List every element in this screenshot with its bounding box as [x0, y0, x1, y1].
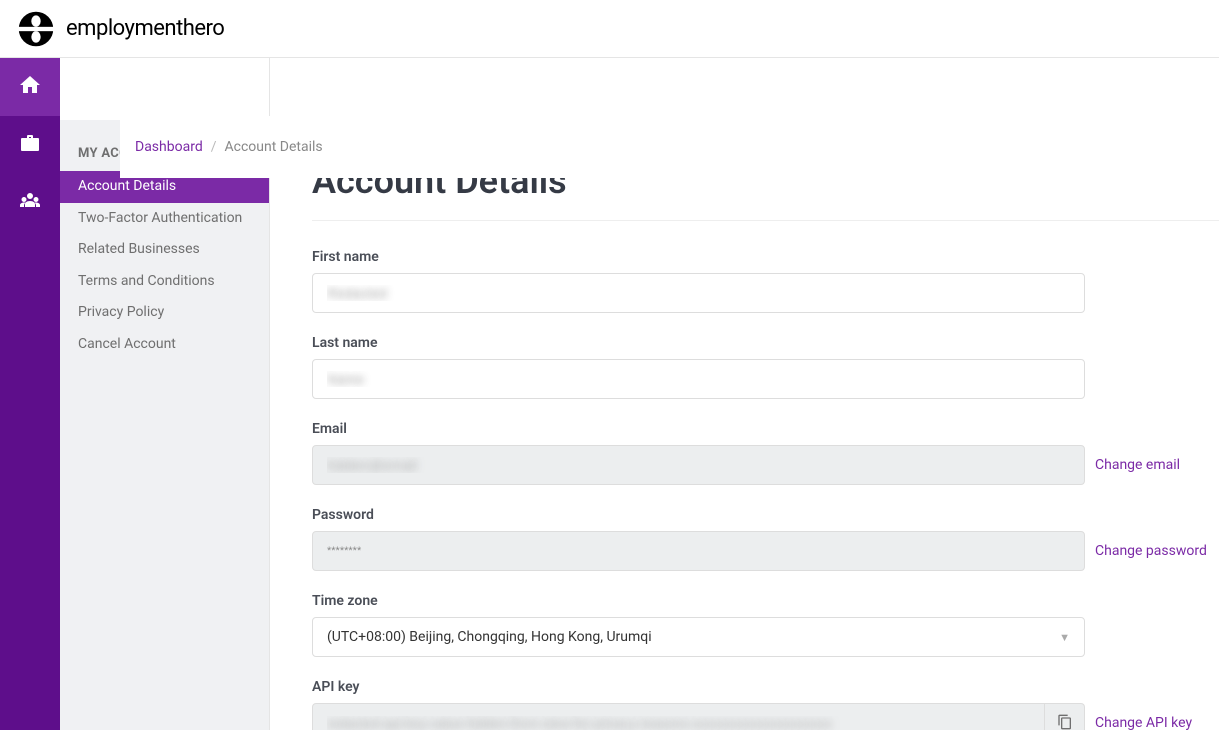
- home-icon: [18, 73, 42, 101]
- timezone-value: (UTC+08:00) Beijing, Chongqing, Hong Kon…: [327, 629, 652, 645]
- sidebar-item-terms[interactable]: Terms and Conditions: [60, 266, 269, 298]
- nav-briefcase[interactable]: [0, 116, 60, 174]
- api-key-input: [312, 703, 1045, 730]
- last-name-label: Last name: [312, 335, 1219, 351]
- nav-home[interactable]: [0, 58, 60, 116]
- breadcrumb-current: Account Details: [225, 139, 323, 155]
- briefcase-icon: [18, 131, 42, 159]
- email-input: [312, 445, 1085, 485]
- nav-rail: [0, 58, 60, 730]
- sidebar-item-related-businesses[interactable]: Related Businesses: [60, 234, 269, 266]
- breadcrumb-separator: /: [211, 139, 217, 155]
- change-email-link[interactable]: Change email: [1095, 457, 1180, 473]
- brand-icon: [18, 11, 54, 47]
- email-label: Email: [312, 421, 1219, 437]
- breadcrumb-dashboard[interactable]: Dashboard: [135, 139, 203, 155]
- change-api-key-link[interactable]: Change API key: [1095, 715, 1192, 730]
- sidebar-item-cancel-account[interactable]: Cancel Account: [60, 329, 269, 361]
- breadcrumb: Dashboard / Account Details: [120, 116, 1219, 178]
- brand-text: employmenthero: [66, 16, 224, 41]
- timezone-label: Time zone: [312, 593, 1219, 609]
- sidebar-item-2fa[interactable]: Two-Factor Authentication: [60, 203, 269, 235]
- people-icon: [18, 189, 42, 217]
- password-input: [312, 531, 1085, 571]
- last-name-input[interactable]: [312, 359, 1085, 399]
- api-key-label: API key: [312, 679, 1219, 695]
- password-label: Password: [312, 507, 1219, 523]
- nav-people[interactable]: [0, 174, 60, 232]
- first-name-input[interactable]: [312, 273, 1085, 313]
- first-name-label: First name: [312, 249, 1219, 265]
- sidebar-item-privacy[interactable]: Privacy Policy: [60, 297, 269, 329]
- change-password-link[interactable]: Change password: [1095, 543, 1207, 559]
- timezone-select[interactable]: (UTC+08:00) Beijing, Chongqing, Hong Kon…: [312, 617, 1085, 657]
- copy-api-key-button[interactable]: [1045, 703, 1085, 730]
- chevron-down-icon: ▼: [1059, 631, 1070, 644]
- app-header: employmenthero: [0, 0, 1219, 58]
- brand-logo[interactable]: employmenthero: [18, 11, 224, 47]
- copy-icon: [1057, 714, 1073, 730]
